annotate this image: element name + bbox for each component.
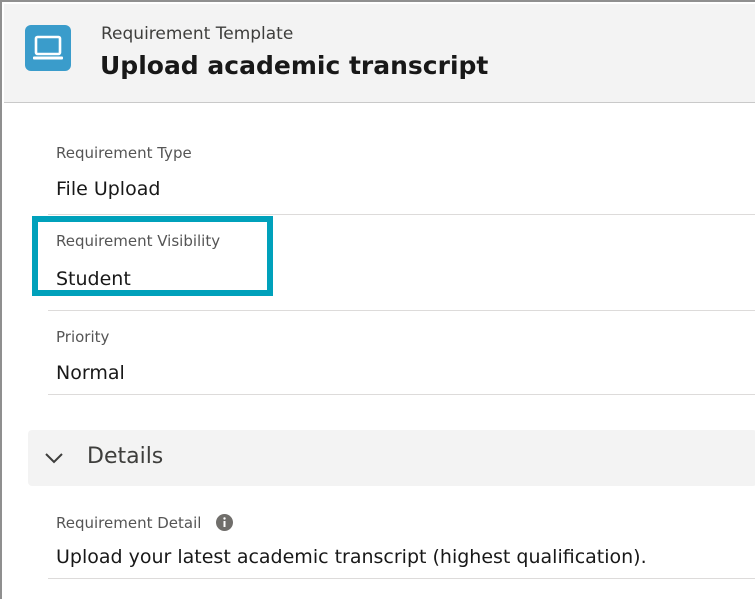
section-header-details[interactable]: Details [28, 430, 755, 486]
highlight-box [32, 216, 273, 296]
field-priority: Priority Normal [48, 310, 755, 395]
field-value: Upload your latest academic transcript (… [56, 546, 647, 568]
field-value: Normal [56, 362, 125, 384]
field-requirement-detail: Requirement Detail Upload your latest ac… [48, 498, 755, 579]
section-title: Details [87, 444, 164, 469]
field-value: File Upload [56, 178, 161, 200]
field-label: Requirement Type [56, 144, 192, 162]
field-label-row: Requirement Detail [56, 514, 234, 532]
chevron-down-icon [45, 453, 63, 464]
record-header: Requirement Template Upload academic tra… [4, 4, 755, 103]
record-page-frame: Requirement Template Upload academic tra… [0, 0, 755, 599]
field-requirement-type: Requirement Type File Upload [48, 132, 755, 215]
info-icon[interactable] [216, 514, 234, 531]
object-type-label: Requirement Template [101, 24, 294, 44]
record-title: Upload academic transcript [100, 51, 489, 80]
field-label: Requirement Detail [56, 514, 202, 532]
field-label: Priority [56, 328, 110, 346]
laptop-icon [25, 25, 71, 71]
